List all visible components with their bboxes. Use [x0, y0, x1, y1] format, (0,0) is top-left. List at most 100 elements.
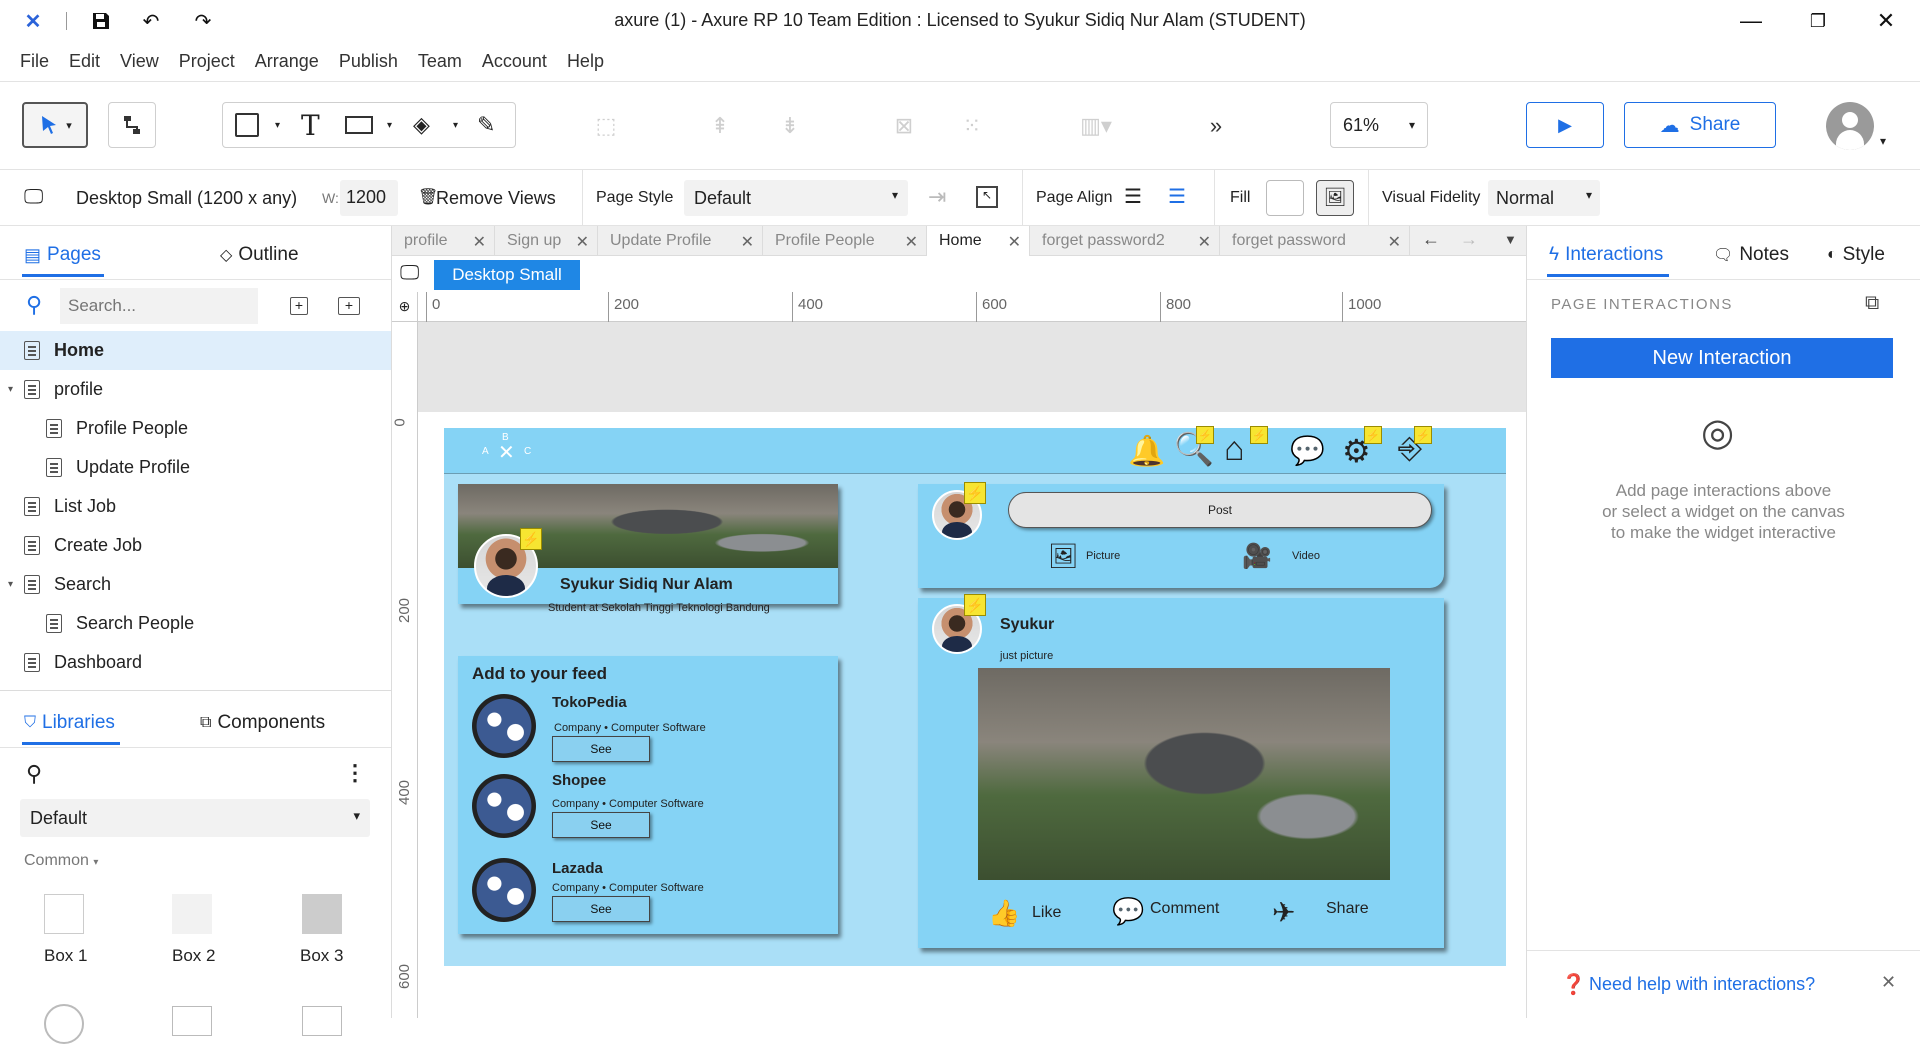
- page-item-search[interactable]: ▾ Search: [0, 565, 391, 604]
- picture-icon[interactable]: 🖼: [1048, 542, 1078, 571]
- align-icon[interactable]: ⊠: [884, 106, 924, 146]
- align-left-icon[interactable]: ☰: [1124, 184, 1142, 209]
- distribute-icon[interactable]: ⁙: [952, 106, 992, 146]
- sketch-icon[interactable]: ↖: [976, 186, 998, 208]
- close-tab-icon[interactable]: ✕: [1008, 232, 1021, 252]
- close-tab-icon[interactable]: ✕: [576, 232, 589, 252]
- rectangle-icon[interactable]: [235, 113, 259, 137]
- bell-icon[interactable]: 🔔: [1128, 434, 1165, 469]
- page-style-select[interactable]: Default ▾: [684, 180, 908, 216]
- group-icon[interactable]: ⬚: [586, 106, 626, 146]
- tab-sign-up[interactable]: Sign up ✕: [495, 226, 598, 256]
- share-button[interactable]: ☁ Share: [1624, 102, 1776, 148]
- tab-outline[interactable]: ◇ Outline: [220, 244, 299, 266]
- menu-edit[interactable]: Edit: [69, 51, 100, 72]
- comment-icon[interactable]: 💬: [1112, 896, 1144, 927]
- expand-icon[interactable]: ▾: [8, 384, 13, 395]
- library-search-icon[interactable]: ⚲: [26, 761, 42, 787]
- tab-scroll-right-icon[interactable]: →: [1460, 229, 1478, 250]
- library-menu-icon[interactable]: ⋮: [344, 760, 366, 786]
- restore-icon[interactable]: ❐: [1803, 6, 1833, 36]
- minimize-icon[interactable]: —: [1736, 6, 1766, 36]
- menu-account[interactable]: Account: [482, 51, 547, 72]
- select-tool-button[interactable]: ▾: [22, 102, 88, 148]
- ellipse-widget[interactable]: [44, 1004, 84, 1044]
- video-icon[interactable]: 🎥: [1242, 542, 1272, 571]
- pages-search-input[interactable]: [60, 288, 258, 324]
- zoom-select[interactable]: 61% ▾: [1330, 102, 1428, 148]
- user-avatar[interactable]: [1826, 102, 1874, 150]
- adaptive-view-icon[interactable]: 🖵: [400, 262, 419, 285]
- close-help-icon[interactable]: ✕: [1881, 972, 1896, 993]
- tab-home[interactable]: Home ✕: [927, 226, 1030, 256]
- post-button[interactable]: Post: [1008, 492, 1432, 528]
- page-item-dashboard[interactable]: Dashboard: [0, 643, 391, 682]
- chat-icon[interactable]: 💬: [1290, 434, 1325, 467]
- menu-project[interactable]: Project: [179, 51, 235, 72]
- tab-interactions[interactable]: ϟ Interactions: [1549, 244, 1663, 266]
- align-center-icon[interactable]: ☰: [1168, 184, 1186, 209]
- view-badge[interactable]: Desktop Small: [434, 260, 580, 290]
- close-tab-icon[interactable]: ✕: [473, 232, 486, 252]
- box2-widget[interactable]: [172, 894, 212, 934]
- external-link-icon[interactable]: ⧉: [1865, 292, 1879, 315]
- common-section-toggle[interactable]: Common ▾: [24, 852, 98, 870]
- new-interaction-button[interactable]: New Interaction: [1551, 338, 1893, 378]
- tab-libraries[interactable]: ⛉ Libraries: [24, 712, 115, 734]
- placeholder-widget[interactable]: [302, 1006, 342, 1036]
- tab-update-profile[interactable]: Update Profile ✕: [598, 226, 763, 256]
- layers-icon[interactable]: ◈: [413, 112, 430, 138]
- account-chevron-icon[interactable]: ▾: [1880, 134, 1886, 148]
- remove-views-button[interactable]: Remove Views: [436, 188, 556, 209]
- tab-profile[interactable]: profile ✕: [392, 226, 495, 256]
- help-link[interactable]: Need help with interactions?: [1589, 974, 1815, 995]
- see-button[interactable]: See: [552, 812, 650, 838]
- like-icon[interactable]: 👍: [988, 898, 1020, 929]
- menu-file[interactable]: File: [20, 51, 49, 72]
- preview-button[interactable]: ▶: [1526, 102, 1604, 148]
- ruler-origin-icon[interactable]: ⊕: [392, 292, 418, 322]
- dynamic-panel-icon[interactable]: [345, 116, 373, 134]
- logo-icon[interactable]: B A C ✕: [478, 432, 534, 470]
- tab-notes[interactable]: 🗨 Notes: [1713, 244, 1789, 266]
- page-item-profile[interactable]: ▾ profile: [0, 370, 391, 409]
- tab-forget-password2[interactable]: forget password2 ✕: [1030, 226, 1220, 256]
- page-item-profile-people[interactable]: Profile People: [0, 409, 391, 448]
- see-button[interactable]: See: [552, 736, 650, 762]
- adaptive-view-icon[interactable]: 🖵: [24, 186, 43, 209]
- see-button[interactable]: See: [552, 896, 650, 922]
- close-tab-icon[interactable]: ✕: [1388, 232, 1401, 252]
- menu-publish[interactable]: Publish: [339, 51, 398, 72]
- pen-icon[interactable]: ✎: [477, 112, 495, 138]
- send-back-icon[interactable]: ⇟: [770, 106, 810, 146]
- close-window-icon[interactable]: ✕: [1871, 6, 1901, 36]
- tab-components[interactable]: ⧉ Components: [200, 712, 325, 734]
- page-item-list-job[interactable]: List Job: [0, 487, 391, 526]
- close-tab-icon[interactable]: ✕: [741, 232, 754, 252]
- telegram-icon[interactable]: ✈: [1272, 896, 1295, 929]
- width-input[interactable]: 1200: [340, 180, 398, 216]
- connector-tool-button[interactable]: [108, 102, 156, 148]
- tab-scroll-left-icon[interactable]: ←: [1422, 229, 1440, 250]
- tab-profile-people[interactable]: Profile People ✕: [763, 226, 927, 256]
- more-icon[interactable]: »: [1196, 106, 1236, 146]
- view-label[interactable]: Desktop Small (1200 x any): [76, 188, 297, 209]
- bring-front-icon[interactable]: ⇞: [700, 106, 740, 146]
- page-item-create-job[interactable]: Create Job: [0, 526, 391, 565]
- tab-style[interactable]: ◐ Style: [1827, 244, 1885, 266]
- add-folder-icon[interactable]: +: [338, 297, 360, 315]
- text-icon[interactable]: T: [301, 109, 320, 142]
- menu-view[interactable]: View: [120, 51, 159, 72]
- fill-image-icon[interactable]: 🖼: [1316, 180, 1354, 216]
- arrange-icon[interactable]: ▥▾: [1066, 106, 1126, 146]
- tab-pages[interactable]: ▤ Pages: [24, 244, 101, 266]
- menu-team[interactable]: Team: [418, 51, 462, 72]
- home-icon[interactable]: ⌂: [1224, 430, 1245, 469]
- visual-fidelity-select[interactable]: Normal ▾: [1488, 180, 1600, 216]
- page-item-update-profile[interactable]: Update Profile: [0, 448, 391, 487]
- image-widget[interactable]: [172, 1006, 212, 1036]
- design-canvas[interactable]: B A C ✕ 🔔 🔍 ⚡ ⌂ ⚡ 💬 ⚙ ⚡ ⎆ ⚡ ⚡ Syukur Sid…: [418, 322, 1526, 1018]
- menu-arrange[interactable]: Arrange: [255, 51, 319, 72]
- box1-widget[interactable]: [44, 894, 84, 934]
- tab-list-icon[interactable]: ▼: [1504, 232, 1517, 247]
